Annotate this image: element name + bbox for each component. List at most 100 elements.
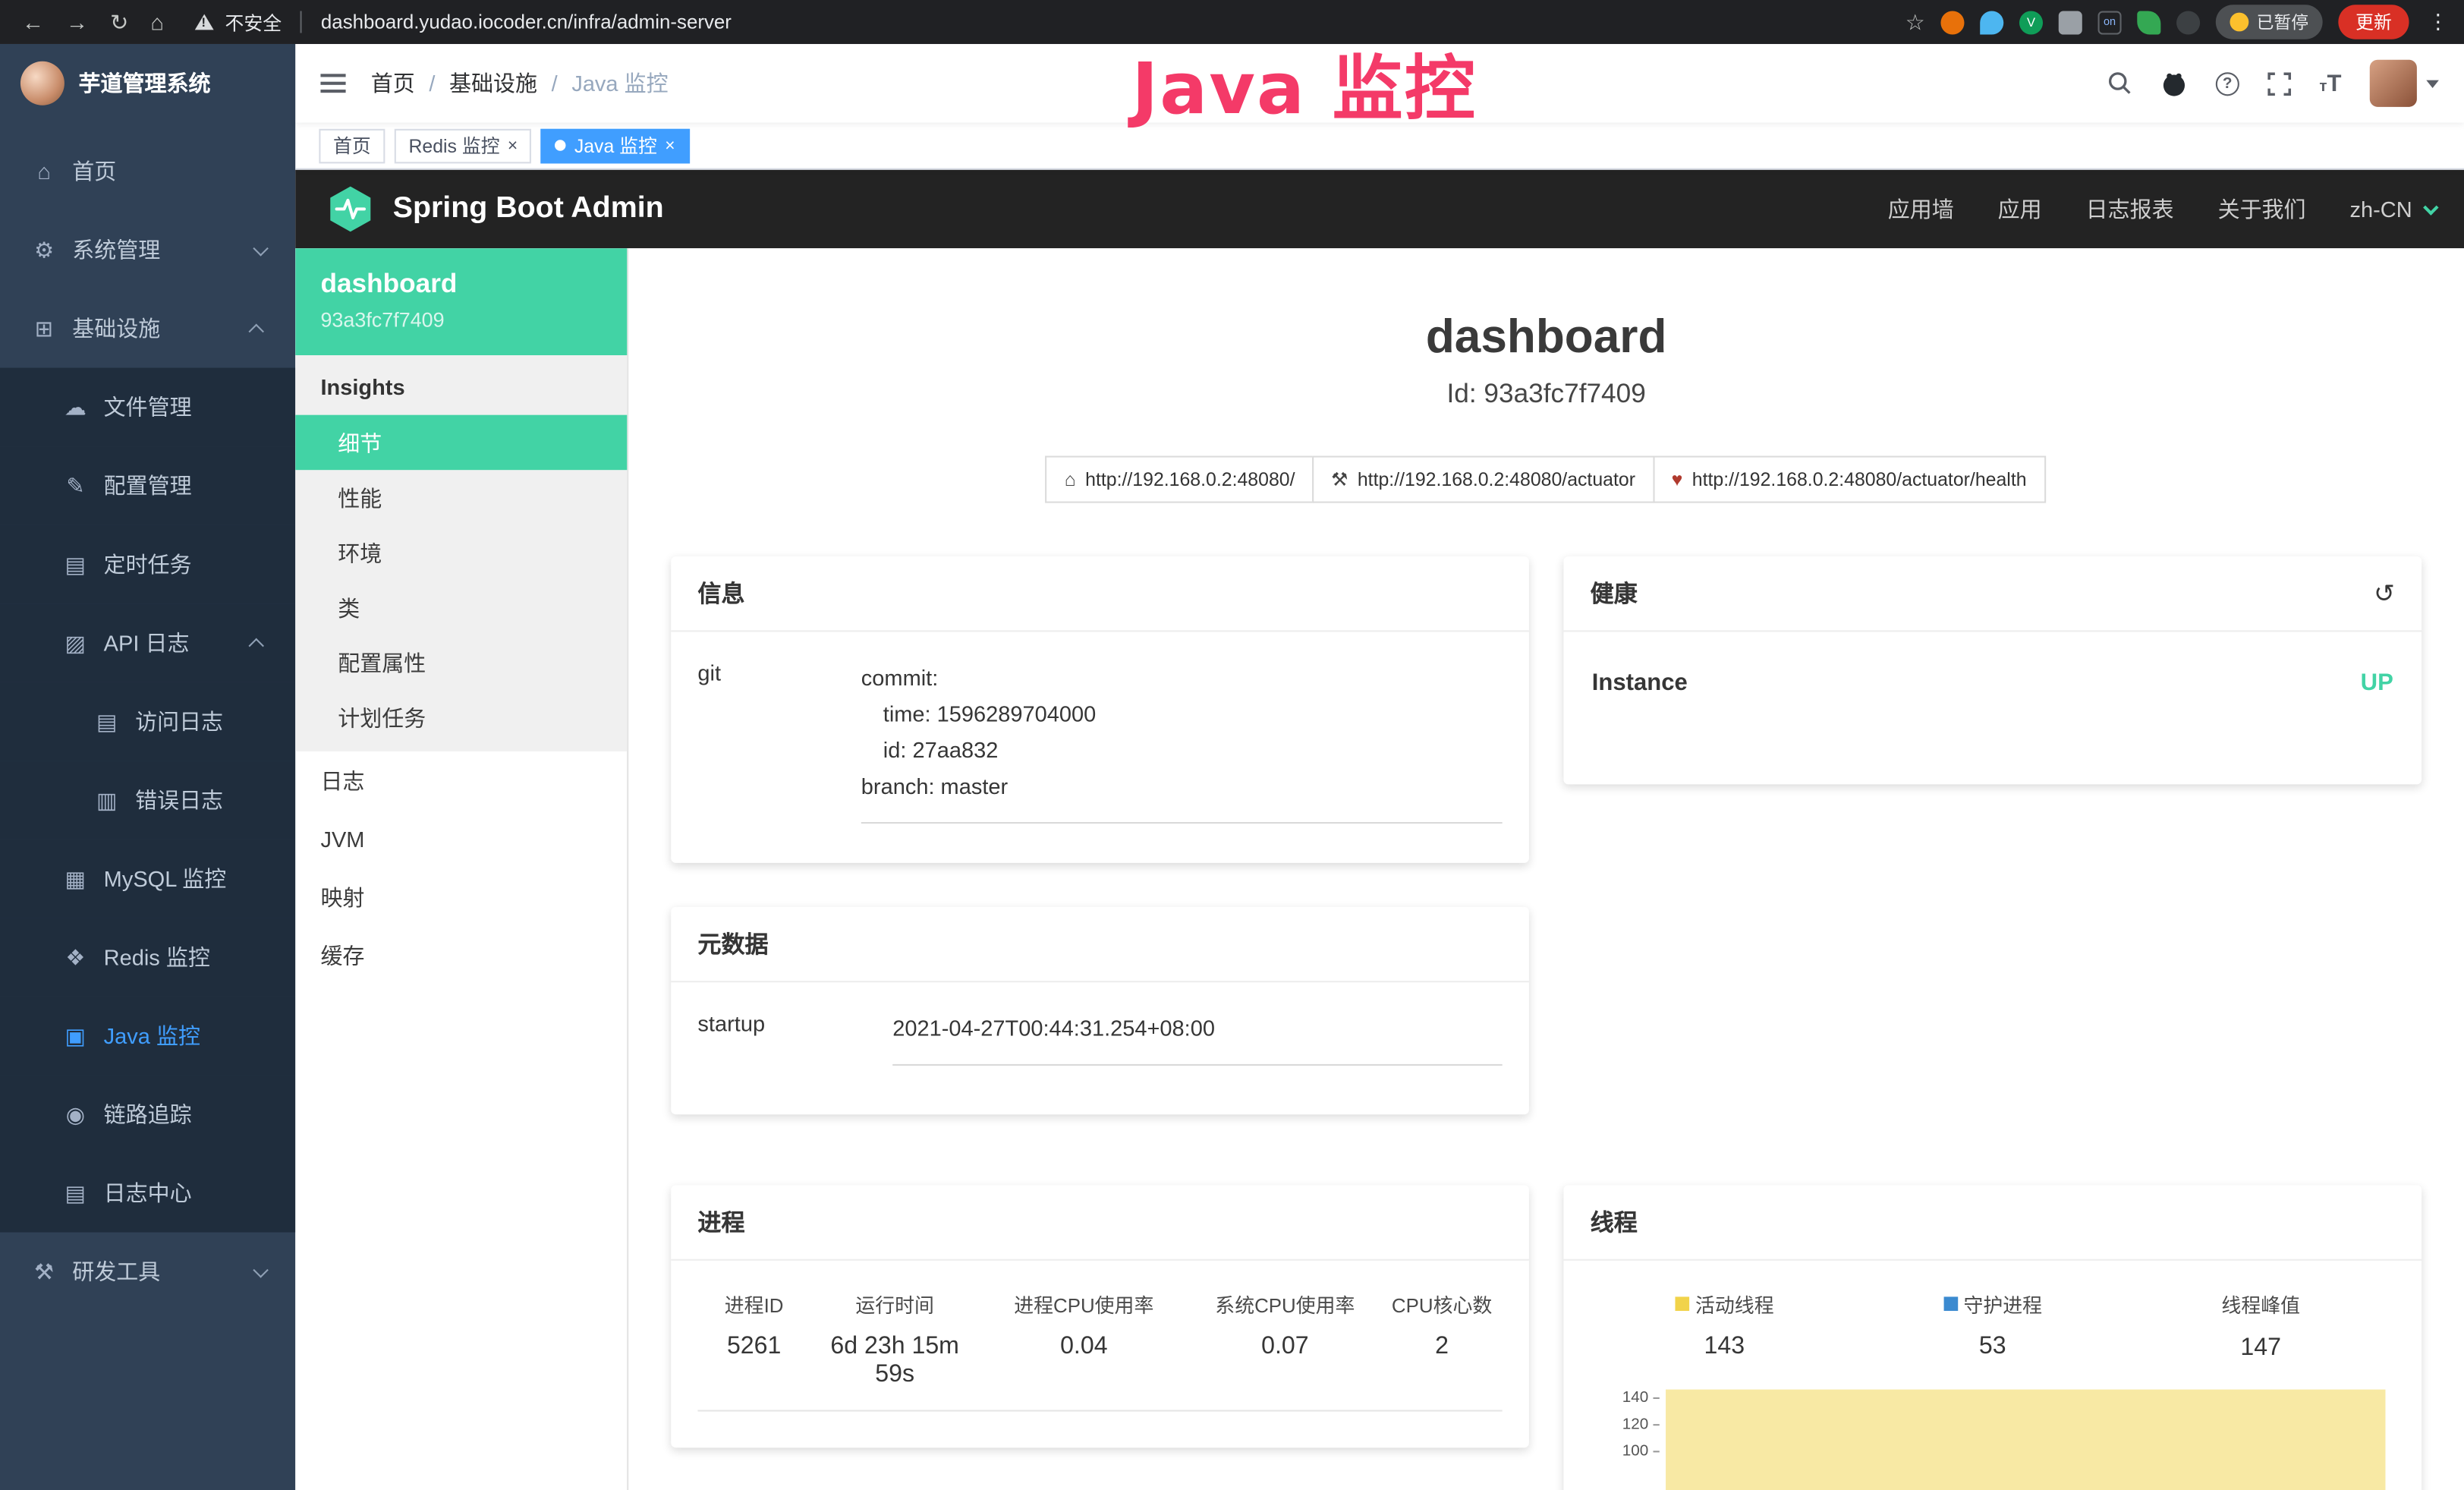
endpoint-link-root[interactable]: ⌂ http://192.168.0.2:48080/ xyxy=(1046,456,1314,503)
sidebar-item-dev-tools[interactable]: ⚒ 研发工具 xyxy=(0,1233,295,1312)
tools-icon: ⚒ xyxy=(30,1258,58,1285)
fullscreen-icon[interactable] xyxy=(2267,71,2291,95)
sidebar-item-java-monitor[interactable]: ▣ Java 监控 xyxy=(0,997,295,1076)
sidebar-item-home[interactable]: ⌂ 首页 xyxy=(0,132,295,211)
font-size-icon[interactable]: тT xyxy=(2319,70,2341,96)
sidebar-item-api-logs[interactable]: ▨ API 日志 xyxy=(0,603,295,682)
paused-badge-label: 已暂停 xyxy=(2257,9,2308,34)
legend-square-yellow xyxy=(1675,1296,1689,1311)
browser-menu-icon[interactable]: ⋮ xyxy=(2428,9,2448,34)
extension-icon-dark[interactable] xyxy=(2176,10,2200,33)
instance-header[interactable]: dashboard 93a3fc7f7409 xyxy=(295,248,627,355)
user-menu[interactable] xyxy=(2370,60,2439,107)
process-table-values: 5261 6d 23h 15m 59s 0.04 0.07 2 xyxy=(697,1318,1502,1411)
sba-header: Spring Boot Admin 应用墙 应用 日志报表 关于我们 zh-CN xyxy=(295,170,2464,249)
help-icon[interactable]: ? xyxy=(2216,71,2239,95)
error-log-icon: ▥ xyxy=(93,786,121,813)
chevron-up-icon xyxy=(248,638,263,653)
app-title: 芋道管理系统 xyxy=(79,68,211,99)
breadcrumb: 首页 / 基础设施 / Java 监控 xyxy=(371,68,669,99)
tab-home[interactable]: 首页 xyxy=(319,128,385,163)
tab-java-monitor[interactable]: Java 监控 × xyxy=(541,128,689,163)
instance-nav-config-props[interactable]: 配置属性 xyxy=(295,635,627,690)
instance-nav-beans[interactable]: 类 xyxy=(295,580,627,635)
extension-icon-green-v[interactable]: V xyxy=(2019,10,2043,33)
extension-icon-on-badge[interactable]: on xyxy=(2098,10,2122,33)
sidebar-item-mysql-monitor[interactable]: ▦ MySQL 监控 xyxy=(0,840,295,918)
chevron-down-icon xyxy=(253,1262,268,1277)
bookmark-star-icon[interactable]: ☆ xyxy=(1905,8,1925,35)
extension-icon-orange[interactable] xyxy=(1940,10,1964,33)
extension-icon-blue-drop[interactable] xyxy=(1980,10,2003,33)
browser-home-button[interactable]: ⌂ xyxy=(150,11,164,33)
metadata-startup-row: startup 2021-04-27T00:44:31.254+08:00 xyxy=(697,992,1502,1066)
status-badge: UP xyxy=(2361,669,2393,696)
caret-down-icon xyxy=(2426,80,2439,87)
extension-icon-leaf[interactable] xyxy=(2137,10,2160,33)
browser-toolbar-right: ☆ V on 已暂停 更新 ⋮ xyxy=(1905,5,2449,39)
extensions-grid-icon[interactable] xyxy=(2059,10,2082,33)
sba-nav-wallboard[interactable]: 应用墙 xyxy=(1888,194,1954,225)
info-card: 信息 git commit: time: 1596289704000 id: 2… xyxy=(671,556,1529,863)
sidebar-item-scheduled-tasks[interactable]: ▤ 定时任务 xyxy=(0,525,295,604)
sidebar-item-error-logs[interactable]: ▥ 错误日志 xyxy=(0,761,295,840)
close-icon[interactable]: × xyxy=(508,136,518,155)
url-text[interactable]: dashboard.yudao.iocoder.cn/infra/admin-s… xyxy=(321,11,732,33)
close-icon[interactable]: × xyxy=(665,136,675,155)
sba-nav-about[interactable]: 关于我们 xyxy=(2218,194,2306,225)
sidebar-item-infrastructure[interactable]: ⊞ 基础设施 xyxy=(0,289,295,368)
sidebar-item-system-management[interactable]: ⚙ 系统管理 xyxy=(0,210,295,289)
sidebar-item-config-management[interactable]: ✎ 配置管理 xyxy=(0,446,295,525)
threads-chart-plot xyxy=(1666,1384,2385,1490)
breadcrumb-home[interactable]: 首页 xyxy=(371,68,415,99)
java-monitor-icon: ▣ xyxy=(61,1022,90,1049)
info-git-row: git commit: time: 1596289704000 id: 27aa… xyxy=(697,641,1502,824)
instance-nav-details[interactable]: 细节 xyxy=(295,415,627,470)
active-tab-dot xyxy=(555,140,566,150)
endpoint-link-actuator[interactable]: ⚒ http://192.168.0.2:48080/actuator xyxy=(1312,456,1654,503)
sba-nav-applications[interactable]: 应用 xyxy=(1998,194,2042,225)
insights-group: Insights 细节 性能 环境 类 配置属性 计划任务 xyxy=(295,355,627,751)
document-icon: ▨ xyxy=(61,629,90,656)
sba-title: Spring Boot Admin xyxy=(393,192,664,227)
instance-nav-scheduled-tasks[interactable]: 计划任务 xyxy=(295,690,627,745)
reload-button[interactable]: ↻ xyxy=(110,11,128,33)
sidebar-item-redis-monitor[interactable]: ❖ Redis 监控 xyxy=(0,918,295,997)
back-button[interactable]: ← xyxy=(22,11,44,33)
instance-nav-environment[interactable]: 环境 xyxy=(295,525,627,580)
threads-chart-yaxis: 140 120 100 xyxy=(1591,1384,1666,1490)
edit-icon: ✎ xyxy=(61,472,90,499)
hamburger-icon[interactable] xyxy=(320,74,345,93)
instance-nav-metrics[interactable]: 性能 xyxy=(295,470,627,524)
sba-locale-select[interactable]: zh-CN xyxy=(2350,197,2434,222)
endpoint-link-health[interactable]: ♥ http://192.168.0.2:48080/actuator/heal… xyxy=(1653,456,2046,503)
browser-update-button[interactable]: 更新 xyxy=(2338,5,2409,39)
home-icon: ⌂ xyxy=(30,159,58,184)
page-title: dashboard xyxy=(671,311,2422,364)
instance-nav-mappings[interactable]: 映射 xyxy=(295,868,627,926)
github-icon[interactable] xyxy=(2160,70,2187,96)
instance-nav-caches[interactable]: 缓存 xyxy=(295,926,627,984)
app-logo-row: 芋道管理系统 xyxy=(0,44,295,123)
health-instance-row[interactable]: Instance UP xyxy=(1591,641,2395,718)
instance-name: dashboard xyxy=(320,269,602,300)
sidebar-item-file-management[interactable]: ☁ 文件管理 xyxy=(0,368,295,447)
sidebar-item-link-tracing[interactable]: ◉ 链路追踪 xyxy=(0,1075,295,1154)
instance-nav-jvm[interactable]: JVM xyxy=(295,809,627,868)
search-icon[interactable] xyxy=(2107,71,2132,96)
system-cpu-value: 0.07 xyxy=(1188,1333,1381,1390)
sidebar-item-access-logs[interactable]: ▤ 访问日志 xyxy=(0,682,295,761)
health-card: 健康 ↺ Instance UP xyxy=(1563,556,2422,784)
tab-redis-monitor[interactable]: Redis 监控 × xyxy=(395,128,532,163)
trace-icon: ◉ xyxy=(61,1101,90,1128)
address-bar[interactable]: 不安全 dashboard.yudao.iocoder.cn/infra/adm… xyxy=(195,8,1905,35)
instance-nav-loggers[interactable]: 日志 xyxy=(295,751,627,810)
history-icon[interactable]: ↺ xyxy=(2374,578,2395,609)
breadcrumb-infrastructure[interactable]: 基础设施 xyxy=(449,68,537,99)
sba-nav-journal[interactable]: 日志报表 xyxy=(2086,194,2174,225)
paused-badge[interactable]: 已暂停 xyxy=(2216,5,2323,39)
sidebar-item-log-center[interactable]: ▤ 日志中心 xyxy=(0,1154,295,1233)
tags-view-bar: 首页 Redis 监控 × Java 监控 × xyxy=(295,123,2464,170)
forward-button[interactable]: → xyxy=(66,11,88,33)
peak-threads-value: 147 xyxy=(2127,1334,2395,1362)
